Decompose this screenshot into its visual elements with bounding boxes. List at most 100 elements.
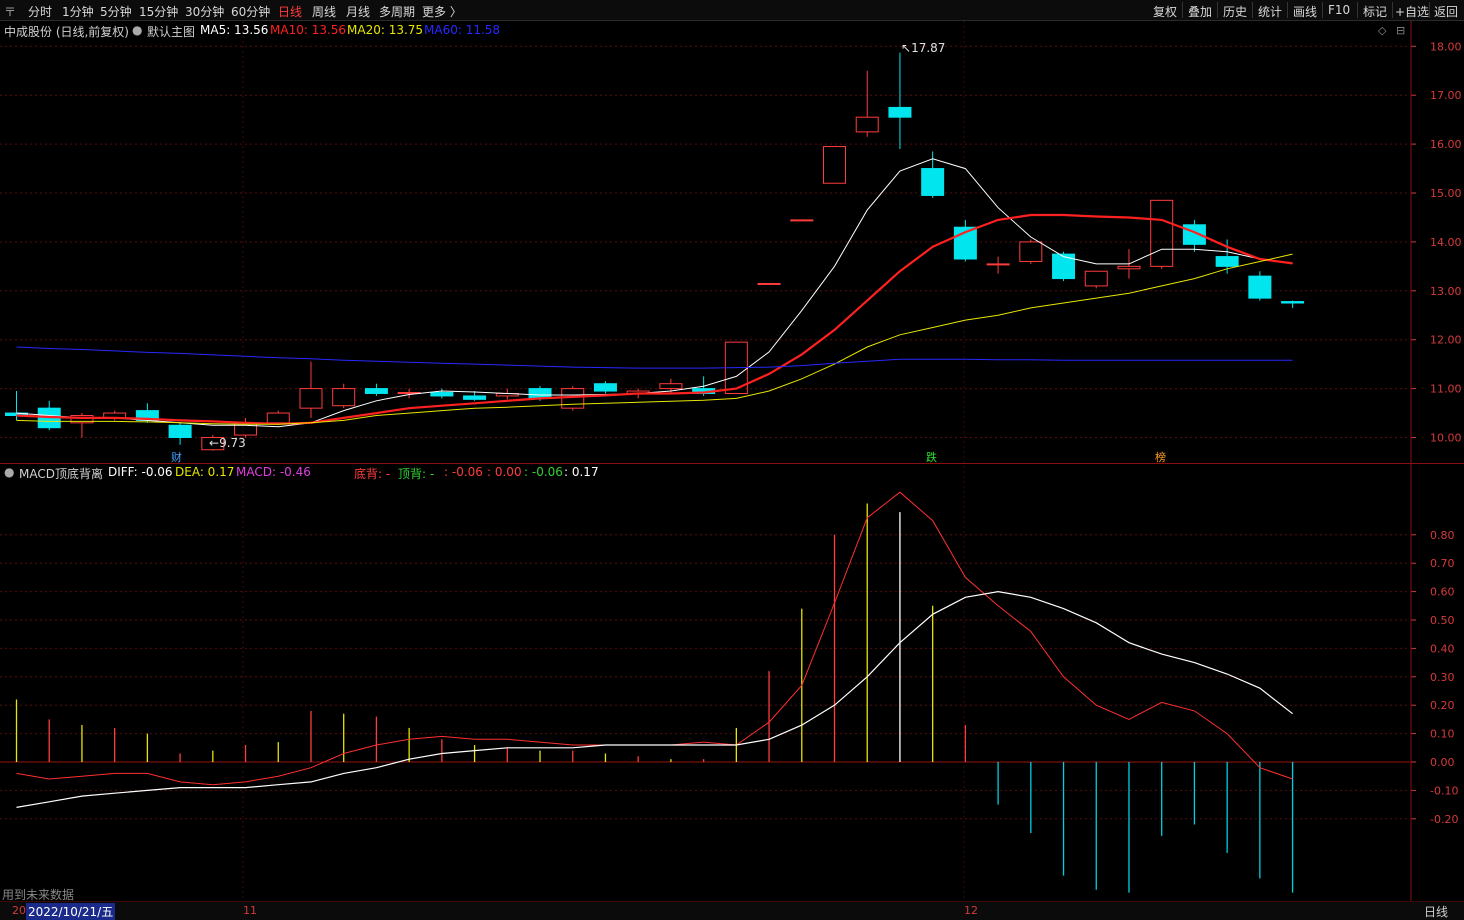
candle-body xyxy=(823,146,846,184)
menu-icon[interactable]: 〒 xyxy=(4,3,16,20)
toolbar-divider xyxy=(1217,2,1218,18)
toolbar-divider xyxy=(1357,2,1358,18)
ma-line-ma5 xyxy=(16,158,1293,428)
macd-tick-label: 0.20 xyxy=(1430,699,1455,712)
price-tick-label: 16.00 xyxy=(1430,138,1462,151)
back-button[interactable]: 返回 xyxy=(1434,3,1458,20)
period-tab-multi[interactable]: 多周期 xyxy=(379,3,415,20)
period-tab-1min[interactable]: 1分钟 xyxy=(62,3,94,20)
macd-value-2: : 0.00 xyxy=(487,465,522,479)
candle-body xyxy=(790,219,814,222)
time-axis-bar: 20 2022/10/21/五 11 12 日线 xyxy=(0,901,1464,920)
macd-value-3: : -0.06 xyxy=(524,465,563,479)
macd-tick-label: 0.30 xyxy=(1430,671,1455,684)
toolbar-divider xyxy=(1392,2,1393,18)
high-price-marker: ↖17.87 xyxy=(901,41,946,55)
candle-body xyxy=(332,388,356,407)
macd-tick-label: 0.40 xyxy=(1430,642,1455,655)
candle-body xyxy=(659,383,683,390)
period-indicator[interactable]: 日线 xyxy=(1424,903,1448,920)
stock-title: 中成股份 (日线,前复权) xyxy=(4,25,129,39)
dea-label: DEA: 0.17 xyxy=(175,465,235,479)
macd-value-4: : 0.17 xyxy=(564,465,599,479)
candle-body xyxy=(757,282,781,285)
overlay-button[interactable]: 叠加 xyxy=(1188,3,1212,20)
close-pane-icon[interactable]: ⊟ xyxy=(1396,24,1405,37)
candle-body xyxy=(593,383,617,392)
template-name[interactable]: 默认主图 xyxy=(147,23,195,40)
top-divergence-label: 顶背: - xyxy=(398,467,435,481)
price-tick-label: 10.00 xyxy=(1430,432,1462,445)
mark-button[interactable]: 标记 xyxy=(1363,3,1387,20)
period-tab-daily[interactable]: 日线 xyxy=(278,3,302,20)
period-tab-5min[interactable]: 5分钟 xyxy=(100,3,132,20)
candle-body xyxy=(1248,275,1272,299)
candle-body xyxy=(1281,301,1305,304)
f10-button[interactable]: F10 xyxy=(1328,3,1350,17)
candle-body xyxy=(266,412,290,424)
drop-badge[interactable]: 跌 xyxy=(926,449,937,465)
template-dropdown-icon[interactable]: ● xyxy=(132,23,142,37)
macd-label: MACD: -0.46 xyxy=(236,465,311,479)
period-tab-weekly[interactable]: 周线 xyxy=(312,3,336,20)
candle-body xyxy=(1052,253,1076,280)
period-tab-monthly[interactable]: 月线 xyxy=(346,3,370,20)
ma5-label: MA5: 13.56 xyxy=(200,23,269,37)
ranking-badge[interactable]: 榜 xyxy=(1155,449,1166,465)
kline-chart[interactable]: 10.00 11.00 12.00 13.00 14.00 15.00 16.00 17.00… xyxy=(0,21,1464,901)
period-toolbar: 〒 分时 1分钟 5分钟 15分钟 30分钟 60分钟 日线 周线 月线 多周期… xyxy=(0,0,1464,21)
price-tick-label: 18.00 xyxy=(1430,40,1462,53)
stats-button[interactable]: 统计 xyxy=(1258,3,1282,20)
macd-tick-label: 0.10 xyxy=(1430,728,1455,741)
price-tick-label: 12.00 xyxy=(1430,334,1462,347)
price-tick-label: 17.00 xyxy=(1430,89,1462,102)
price-tick-label: 11.00 xyxy=(1430,383,1462,396)
candle-body xyxy=(364,388,388,394)
candle-body xyxy=(1019,241,1043,262)
candle-body xyxy=(888,106,912,118)
diamond-icon[interactable]: ◇ xyxy=(1378,24,1386,37)
dea-line xyxy=(16,590,1293,808)
macd-tick-label: -0.10 xyxy=(1430,784,1458,797)
macd-tick-label: 0.00 xyxy=(1430,756,1455,769)
period-tab-fenshi[interactable]: 分时 xyxy=(28,3,52,20)
indicator-dropdown-icon[interactable]: ● xyxy=(4,465,14,479)
candle-body xyxy=(986,263,1010,266)
candle-body xyxy=(299,388,323,409)
toolbar-divider xyxy=(1182,2,1183,18)
year-mark: 20 xyxy=(12,904,26,917)
macd-tick-label: 0.70 xyxy=(1430,557,1455,570)
diff-line xyxy=(16,491,1293,786)
history-button[interactable]: 历史 xyxy=(1223,3,1247,20)
toolbar-divider xyxy=(1429,2,1430,18)
period-tab-more[interactable]: 更多 〉 xyxy=(422,3,462,20)
indicator-name[interactable]: MACD顶底背离 xyxy=(19,465,103,482)
low-price-value: 9.73 xyxy=(219,436,246,450)
period-tab-15min[interactable]: 15分钟 xyxy=(139,3,178,20)
draw-line-button[interactable]: 画线 xyxy=(1293,3,1317,20)
candle-body xyxy=(855,116,879,133)
ma-line-ma10 xyxy=(16,213,1293,425)
macd-value-1: : -0.06 xyxy=(444,465,483,479)
price-tick-label: 14.00 xyxy=(1430,236,1462,249)
candle-body xyxy=(921,168,945,196)
fuquan-button[interactable]: 复权 xyxy=(1153,3,1177,20)
low-price-marker: ←9.73 xyxy=(209,436,246,450)
toolbar-divider xyxy=(1252,2,1253,18)
macd-tick-label: 0.80 xyxy=(1430,529,1455,542)
finance-badge[interactable]: 财 xyxy=(171,449,182,465)
period-tab-60min[interactable]: 60分钟 xyxy=(231,3,270,20)
macd-tick-label: 0.60 xyxy=(1430,586,1455,599)
diff-label: DIFF: -0.06 xyxy=(108,465,173,479)
add-watchlist-button[interactable]: +自选 xyxy=(1395,3,1429,20)
high-price-value: 17.87 xyxy=(911,41,946,55)
price-tick-label: 13.00 xyxy=(1430,285,1462,298)
candle-body xyxy=(168,424,192,438)
price-tick-label: 15.00 xyxy=(1430,187,1462,200)
candle-body xyxy=(561,388,585,409)
month-11-mark: 11 xyxy=(243,904,257,917)
toolbar-divider xyxy=(1287,2,1288,18)
period-tab-30min[interactable]: 30分钟 xyxy=(185,3,224,20)
candle-body xyxy=(1084,270,1108,287)
bottom-divergence-label: 底背: - xyxy=(354,467,391,481)
